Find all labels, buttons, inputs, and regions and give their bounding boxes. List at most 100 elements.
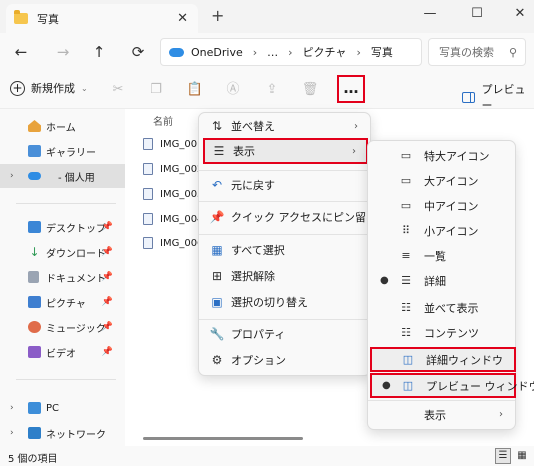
chevron-right-icon[interactable]: ›: [10, 428, 14, 438]
submenu-item-tiles[interactable]: ☷ 並べて表示: [368, 295, 517, 320]
breadcrumb-pictures[interactable]: ピクチャ: [303, 44, 347, 60]
sidebar-item-pictures[interactable]: ピクチャ 📌: [0, 290, 125, 314]
details-icon: ☰: [401, 274, 411, 287]
close-window-button[interactable]: ✕: [505, 3, 534, 25]
chevron-right-icon[interactable]: ›: [10, 171, 14, 181]
submenu-item-label: 中アイコン: [424, 199, 479, 213]
submenu-item-content[interactable]: ☷ コンテンツ: [368, 320, 517, 345]
search-input[interactable]: 写真の検索: [439, 44, 494, 60]
submenu-item-preview-pane[interactable]: ● ◫ プレビュー ウィンドウ: [370, 373, 534, 398]
chevron-right-icon[interactable]: ›: [10, 403, 14, 413]
list-item[interactable]: IMG_001: [143, 134, 203, 154]
chevron-right-icon: ›: [252, 45, 258, 59]
menu-item-view[interactable]: ☰ 表示 ›: [203, 138, 368, 164]
file-name: IMG_003: [160, 188, 204, 200]
details-view-icon[interactable]: ☰: [495, 448, 511, 464]
menu-item-select-none[interactable]: ⊞ 選択解除: [203, 263, 368, 289]
submenu-item-small-icons[interactable]: ⠿ 小アイコン: [368, 218, 517, 243]
sidebar-item-onedrive[interactable]: › - 個人用: [0, 164, 125, 188]
submenu-item-details-pane[interactable]: ◫ 詳細ウィンドウ: [370, 347, 516, 372]
list-item[interactable]: IMG_006: [143, 233, 203, 253]
sidebar-item-network[interactable]: › ネットワーク: [0, 421, 125, 445]
menu-item-options[interactable]: ⚙ オプション: [203, 347, 368, 373]
sidebar-item-videos[interactable]: ビデオ 📌: [0, 340, 125, 364]
submenu-item-label: 特大アイコン: [424, 149, 490, 163]
minimize-button[interactable]: —: [415, 3, 445, 25]
preview-pane-icon: [462, 91, 476, 103]
share-icon[interactable]: ⇪: [263, 81, 281, 99]
sidebar-item-label: - 個人用: [58, 172, 95, 184]
file-name: IMG_001: [160, 138, 204, 150]
gallery-icon: [28, 145, 41, 157]
search-box[interactable]: 写真の検索 ⚲: [428, 38, 526, 66]
submenu-item-list[interactable]: ≡ 一覧: [368, 243, 517, 268]
submenu-item-label: コンテンツ: [424, 326, 479, 340]
submenu-item-medium-icons[interactable]: ▭ 中アイコン: [368, 193, 517, 218]
sidebar-item-pc[interactable]: › PC: [0, 396, 125, 420]
pin-icon: 📌: [101, 297, 113, 307]
pictures-icon: [28, 296, 41, 308]
cut-icon[interactable]: ✂: [109, 81, 127, 99]
submenu-item-large-icons[interactable]: ▭ 大アイコン: [368, 168, 517, 193]
large-icons-icon: ▭: [400, 174, 412, 187]
image-file-icon: [143, 163, 153, 175]
pin-icon: 📌: [101, 247, 113, 257]
sidebar-item-label: ネットワーク: [46, 429, 106, 441]
navigation-bar: ← → ↑ ⟳ OneDrive › … › ピクチャ › 写真 写真の検索 ⚲: [0, 33, 534, 71]
view-submenu: ▭ 特大アイコン ▭ 大アイコン ▭ 中アイコン ⠿ 小アイコン ≡ 一覧 ● …: [367, 140, 534, 430]
column-header-name[interactable]: 名前: [153, 113, 173, 128]
select-all-icon: ▦: [211, 243, 223, 257]
breadcrumb-onedrive[interactable]: OneDrive: [191, 46, 243, 59]
invert-selection-icon: ▣: [211, 295, 223, 309]
up-button[interactable]: ↑: [88, 41, 110, 63]
title-bar: 写真 ✕ + — ☐ ✕: [0, 0, 534, 33]
tab-close-icon[interactable]: ✕: [177, 11, 188, 26]
menu-item-select-all[interactable]: ▦ すべて選択: [203, 237, 368, 263]
new-button[interactable]: + 新規作成 ⌄: [10, 80, 88, 96]
sidebar-item-documents[interactable]: ドキュメント 📌: [0, 265, 125, 289]
back-button[interactable]: ←: [10, 41, 32, 63]
delete-icon[interactable]: 🗑: [301, 81, 319, 99]
menu-item-properties[interactable]: 🔧 プロパティ: [203, 321, 368, 347]
rename-icon[interactable]: Ⓐ: [224, 81, 242, 99]
folder-icon: [14, 10, 28, 24]
chevron-right-icon: ›: [354, 120, 358, 132]
list-item[interactable]: IMG_004: [143, 209, 203, 229]
see-more-button[interactable]: …: [337, 75, 365, 103]
list-item[interactable]: IMG_003: [143, 184, 203, 204]
copy-icon[interactable]: ❐: [147, 81, 165, 99]
medium-icons-icon: ▭: [400, 199, 412, 212]
forward-button[interactable]: →: [52, 41, 74, 63]
menu-item-undo[interactable]: ↶ 元に戻す: [203, 172, 368, 198]
tab-photos[interactable]: 写真 ✕: [6, 4, 198, 33]
paste-icon[interactable]: 📋: [186, 81, 204, 99]
menu-item-pin-quick-access[interactable]: 📌 クイック アクセスにピン留めする: [203, 204, 399, 230]
submenu-item-extra-large-icons[interactable]: ▭ 特大アイコン: [368, 143, 517, 168]
list-item[interactable]: IMG_002: [143, 159, 203, 179]
sidebar-item-downloads[interactable]: ↓ ダウンロード 📌: [0, 240, 125, 264]
menu-item-sort[interactable]: ⇅ 並べ替え ›: [203, 113, 368, 139]
maximize-button[interactable]: ☐: [462, 3, 492, 25]
horizontal-scrollbar[interactable]: [143, 437, 303, 440]
submenu-item-details[interactable]: ● ☰ 詳細: [368, 268, 517, 293]
thumbnail-view-icon[interactable]: ▦: [514, 448, 530, 464]
new-tab-button[interactable]: +: [211, 6, 224, 25]
refresh-button[interactable]: ⟳: [127, 41, 149, 63]
address-bar[interactable]: OneDrive › … › ピクチャ › 写真: [160, 38, 422, 66]
sidebar-item-music[interactable]: ミュージック 📌: [0, 315, 125, 339]
tiles-icon: ☷: [401, 301, 411, 314]
submenu-item-show[interactable]: 表示 ›: [368, 402, 517, 427]
image-file-icon: [143, 237, 153, 249]
sidebar-item-label: ダウンロード: [46, 248, 106, 260]
breadcrumb-photos[interactable]: 写真: [371, 44, 393, 60]
submenu-item-label: 一覧: [424, 249, 446, 263]
sidebar-item-home[interactable]: ホーム: [0, 114, 125, 138]
sidebar-item-desktop[interactable]: デスクトップ 📌: [0, 215, 125, 239]
divider: [199, 319, 370, 320]
selected-bullet-icon: ●: [380, 275, 389, 286]
menu-item-label: オプション: [231, 354, 286, 367]
sidebar-item-label: ギャラリー: [46, 147, 96, 159]
menu-item-invert-selection[interactable]: ▣ 選択の切り替え: [203, 289, 368, 315]
breadcrumb-more[interactable]: …: [267, 46, 278, 59]
sidebar-item-gallery[interactable]: ギャラリー: [0, 139, 125, 163]
